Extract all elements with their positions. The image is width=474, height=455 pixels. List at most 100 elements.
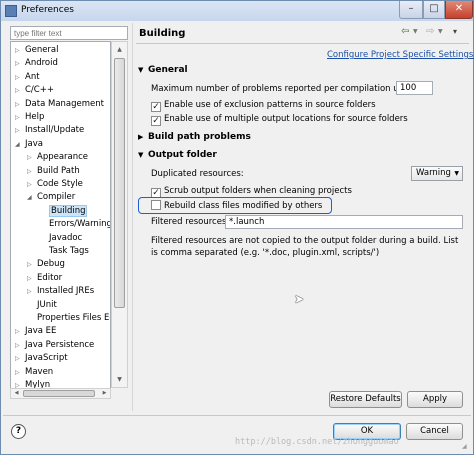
- tree-item[interactable]: ▷ Installed JREs: [27, 285, 94, 298]
- tree-item-label: Code Style: [37, 179, 83, 189]
- expanded-triangle-icon[interactable]: ◢: [15, 138, 25, 151]
- tree-item-label: JUnit: [37, 299, 57, 310]
- checkbox-checked-icon[interactable]: ✓: [151, 116, 161, 126]
- collapsed-triangle-icon[interactable]: ▷: [27, 178, 37, 191]
- collapsed-triangle-icon[interactable]: ▷: [15, 366, 25, 379]
- collapsed-triangle-icon[interactable]: ▷: [15, 124, 25, 137]
- tree-item[interactable]: ▷ Java Persistence: [15, 339, 94, 352]
- expanded-triangle-icon[interactable]: ◢: [27, 191, 37, 204]
- collapsed-triangle-icon[interactable]: ▷: [15, 339, 25, 352]
- tree-item-label: Ant: [25, 71, 40, 82]
- tree-item[interactable]: Building: [39, 204, 88, 218]
- collapsed-triangle-icon[interactable]: ▷: [15, 98, 25, 111]
- pane-divider[interactable]: [132, 23, 133, 411]
- tree-item[interactable]: ▷ Android: [15, 57, 58, 70]
- tree-item[interactable]: ▷ Debug: [27, 258, 65, 271]
- duplicated-resources-select[interactable]: Warning ▼: [411, 166, 463, 181]
- help-icon[interactable]: ?: [11, 424, 26, 439]
- tree-item-label: Help: [25, 112, 45, 122]
- close-button[interactable]: ✕: [445, 1, 473, 19]
- rebuild-class-files-label: Rebuild class files modified by others: [164, 201, 323, 211]
- apply-button[interactable]: Apply: [407, 391, 463, 408]
- enable-exclusion-checkbox[interactable]: ✓ Enable use of exclusion patterns in sou…: [151, 99, 376, 112]
- view-menu-icon[interactable]: ▾: [453, 25, 457, 39]
- scroll-thumb-horizontal[interactable]: [23, 390, 95, 397]
- back-menu-chevron-icon[interactable]: ▼: [413, 25, 418, 39]
- tree-item[interactable]: ▷ Editor: [27, 272, 62, 285]
- title-bar[interactable]: Preferences – □ ✕: [1, 1, 473, 21]
- collapsed-triangle-icon[interactable]: ▷: [27, 258, 37, 271]
- tree-item-label: Data Management: [25, 98, 104, 109]
- tree-item[interactable]: ▷ General: [15, 44, 59, 57]
- rebuild-class-files-checkbox[interactable]: Rebuild class files modified by others: [151, 200, 322, 213]
- scroll-thumb[interactable]: [114, 58, 125, 308]
- tree-item[interactable]: ▷ Data Management: [15, 98, 104, 111]
- checkbox-unchecked-icon[interactable]: [151, 200, 161, 210]
- scrub-output-label: Scrub output folders when cleaning proje…: [164, 186, 352, 196]
- collapsed-triangle-icon[interactable]: ▷: [27, 272, 37, 285]
- footer-divider: [3, 415, 471, 416]
- checkbox-checked-icon[interactable]: ✓: [151, 102, 161, 112]
- maximize-button[interactable]: □: [423, 1, 445, 19]
- tree-item[interactable]: ▷ Install/Update: [15, 124, 84, 137]
- tree-item[interactable]: ▷ Build Path: [27, 165, 80, 178]
- cancel-button[interactable]: Cancel: [406, 423, 463, 440]
- tree-item[interactable]: ▷ Ant: [15, 71, 40, 84]
- max-problems-input[interactable]: 100: [396, 81, 433, 95]
- tree-vertical-scrollbar[interactable]: ▲ ▼: [111, 41, 128, 388]
- tree-item[interactable]: ▷ Help: [15, 111, 44, 124]
- section-build-path-problems[interactable]: ▶ Build path problems: [138, 132, 251, 142]
- section-general[interactable]: ▼ General: [138, 65, 188, 75]
- scroll-left-icon[interactable]: ◀: [11, 389, 22, 398]
- enable-multiple-output-checkbox[interactable]: ✓ Enable use of multiple output locations…: [151, 113, 408, 126]
- chevron-down-icon: ▼: [454, 170, 459, 177]
- tree-item-label: Installed JREs: [37, 286, 95, 297]
- collapsed-triangle-icon[interactable]: ▷: [27, 285, 37, 298]
- collapsed-triangle-icon[interactable]: ▷: [27, 165, 37, 178]
- scroll-down-icon[interactable]: ▼: [112, 372, 127, 387]
- configure-project-settings-link[interactable]: Configure Project Specific Settings...: [327, 50, 474, 60]
- tree-item[interactable]: ▷ C/C++: [15, 84, 54, 97]
- resize-grip-icon[interactable]: ◢: [462, 443, 470, 451]
- collapsed-triangle-icon[interactable]: ▷: [15, 84, 25, 97]
- tree-item[interactable]: ▷ Java EE: [15, 325, 56, 338]
- tree-item[interactable]: JUnit: [27, 299, 57, 312]
- tree-item-label: Task Tags: [49, 246, 89, 256]
- collapsed-triangle-icon[interactable]: ▷: [15, 57, 25, 70]
- filtered-resources-input[interactable]: *.launch: [225, 215, 463, 229]
- section-general-label: General: [148, 65, 188, 75]
- back-arrow-icon[interactable]: ⇦: [401, 25, 409, 39]
- minimize-button[interactable]: –: [399, 1, 423, 19]
- collapsed-triangle-icon[interactable]: ▷: [15, 111, 25, 124]
- tree-item[interactable]: ▷ JavaScript: [15, 352, 68, 365]
- tree-item[interactable]: Errors/Warnings: [39, 218, 110, 231]
- tree-item[interactable]: ▷ Code Style: [27, 178, 83, 191]
- tree-horizontal-scrollbar[interactable]: ◀ ▶: [10, 388, 111, 399]
- collapsed-triangle-icon[interactable]: ▷: [15, 325, 25, 338]
- scroll-up-icon[interactable]: ▲: [112, 42, 127, 57]
- tree-item[interactable]: ◢ Compiler: [27, 191, 75, 204]
- collapsed-triangle-icon[interactable]: ▷: [15, 44, 25, 57]
- collapsed-triangle-icon[interactable]: ▷: [27, 151, 37, 164]
- tree-item[interactable]: ◢ Java: [15, 138, 43, 151]
- scroll-right-icon[interactable]: ▶: [99, 389, 110, 398]
- tree-item[interactable]: ▷ Maven: [15, 366, 53, 379]
- forward-menu-chevron-icon[interactable]: ▼: [438, 25, 443, 39]
- section-output-folder[interactable]: ▼ Output folder: [138, 150, 217, 160]
- preferences-tree[interactable]: ▷ General ▷ Android ▷ Ant ▷ C/C++ ▷ Data Manageme…: [10, 41, 111, 399]
- tree-item[interactable]: ▷ Appearance: [27, 151, 88, 164]
- collapsed-triangle-icon[interactable]: ▷: [15, 352, 25, 365]
- tree-item-label: Building: [49, 204, 88, 217]
- restore-defaults-button[interactable]: Restore Defaults: [329, 391, 402, 408]
- filter-input[interactable]: [10, 26, 128, 40]
- tree-item[interactable]: Javadoc: [39, 232, 82, 245]
- forward-arrow-icon[interactable]: ⇨: [426, 25, 434, 39]
- expand-icon: ▶: [138, 133, 144, 141]
- tree-item-label: Compiler: [37, 192, 76, 203]
- collapsed-triangle-icon[interactable]: ▷: [15, 71, 25, 84]
- tree-item-label: JavaScript: [25, 353, 68, 364]
- tree-item[interactable]: Properties Files Ed: [27, 312, 110, 325]
- duplicated-resources-value: Warning: [416, 168, 451, 178]
- tree-item-label: General: [25, 45, 59, 55]
- tree-item[interactable]: Task Tags: [39, 245, 89, 258]
